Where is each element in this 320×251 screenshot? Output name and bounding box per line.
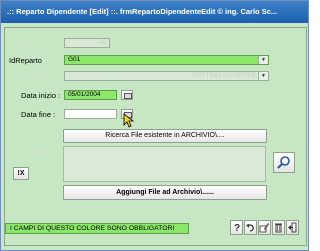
dipendente-label: Dipendente : [9, 72, 52, 81]
ricerca-file-label: Ricerca File esistente in ARCHIVIO\.... [105, 132, 225, 139]
undo-button[interactable] [244, 220, 257, 235]
clear-path-button[interactable]: !X [13, 167, 29, 180]
id-field: 99 [64, 38, 110, 48]
exit-icon [288, 222, 297, 233]
search-icon [277, 156, 290, 169]
edit-button[interactable] [258, 220, 271, 235]
edit-icon [259, 223, 269, 233]
idreparto-value: G01 [68, 56, 81, 63]
calendar-icon [124, 93, 132, 99]
exit-button[interactable] [286, 220, 299, 235]
data-fine-input[interactable] [64, 109, 117, 119]
form-window: .:: Reparto Dipendente [Edit] ::. frmRep… [0, 0, 309, 251]
undo-icon [246, 224, 254, 232]
id-value: 99 [98, 39, 106, 46]
data-inizio-input[interactable]: 05/01/2004 [64, 90, 117, 100]
data-inizio-calendar-button[interactable] [121, 90, 133, 100]
dipendente-value: BOTTINO GIUSEPPE [192, 72, 256, 79]
percorso-textarea [63, 146, 266, 182]
idreparto-select[interactable]: G01 ▼ [64, 55, 269, 65]
percorso-label: Percorso File: [9, 147, 56, 156]
data-inizio-label: Data inizio : [21, 91, 61, 100]
clear-path-label: !X [17, 170, 25, 177]
window-title: .:: Reparto Dipendente [Edit] ::. frmRep… [7, 7, 278, 16]
help-button[interactable]: ? [230, 220, 243, 235]
title-bar: .:: Reparto Dipendente [Edit] ::. frmRep… [1, 1, 308, 23]
data-inizio-value: 05/01/2004 [68, 91, 101, 98]
search-button[interactable] [273, 152, 295, 173]
idreparto-label: IdReparto [9, 56, 42, 65]
aggiungi-file-button[interactable]: Aggiungi File ad Archivio\...... [63, 185, 267, 200]
dipendente-select: BOTTINO GIUSEPPE ▼ [64, 71, 269, 81]
delete-icon [275, 223, 282, 233]
required-fields-text: I CAMPI DI QUESTO COLORE SONO OBBLIGATOR… [10, 225, 175, 232]
ricerca-file-button[interactable]: Ricerca File esistente in ARCHIVIO\.... [63, 129, 267, 143]
required-fields-notice: I CAMPI DI QUESTO COLORE SONO OBBLIGATOR… [5, 223, 189, 234]
svg-text:?: ? [234, 223, 240, 234]
help-icon: ? [234, 223, 240, 234]
delete-button[interactable] [272, 220, 285, 235]
id-label: Id dip: [9, 39, 30, 48]
cursor-icon [123, 113, 135, 128]
data-fine-label: Data fine : [21, 110, 56, 119]
aggiungi-file-label: Aggiungi File ad Archivio\...... [116, 189, 214, 196]
chevron-down-icon[interactable]: ▼ [258, 56, 268, 64]
chevron-down-icon: ▼ [258, 72, 268, 80]
